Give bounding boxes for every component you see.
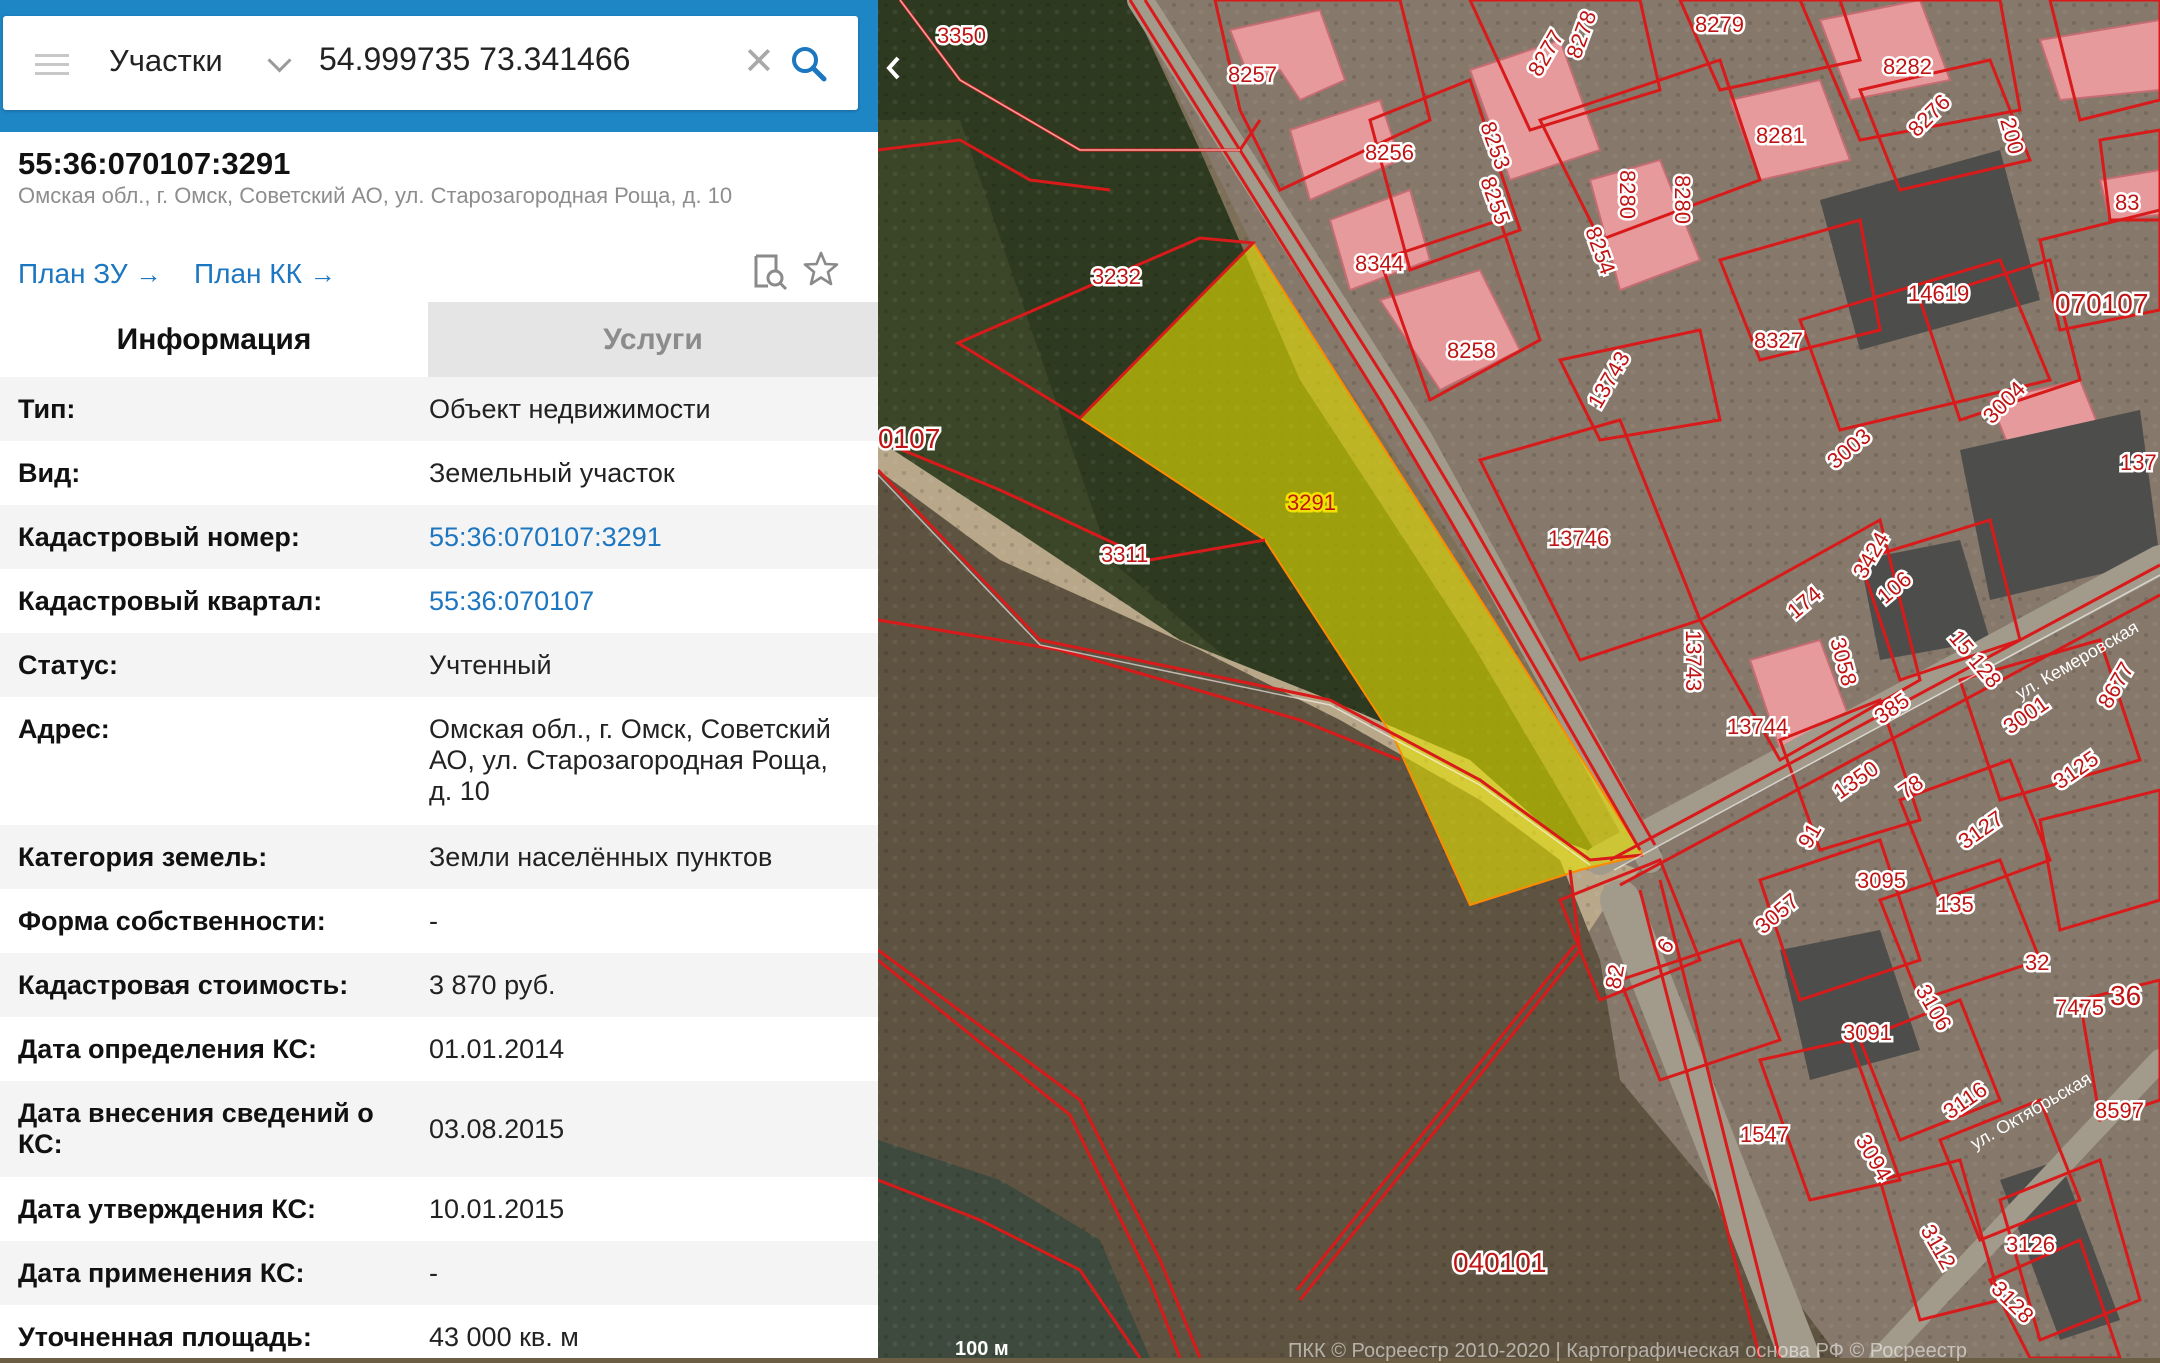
- cad-quarter-link[interactable]: 55:36:070107: [429, 586, 859, 617]
- info-value: Земельный участок: [429, 458, 675, 488]
- svg-text:8256: 8256: [1365, 140, 1414, 165]
- info-label: Форма собственности:: [18, 906, 326, 936]
- svg-text:14619: 14619: [1908, 281, 1969, 306]
- svg-text:3095: 3095: [1857, 868, 1906, 893]
- info-value: -: [429, 1258, 438, 1288]
- svg-text:8327: 8327: [1754, 328, 1803, 353]
- info-label: Кадастровый квартал:: [18, 586, 323, 616]
- svg-text:3291: 3291: [1287, 490, 1336, 515]
- plan-kk-link[interactable]: План КК →: [194, 258, 336, 290]
- svg-text:32: 32: [2025, 950, 2049, 975]
- info-value: 10.01.2015: [429, 1194, 565, 1224]
- info-row-kind: Вид: Земельный участок: [0, 441, 878, 505]
- info-value: Учтенный: [429, 650, 552, 680]
- info-row-area: Уточненная площадь: 43 000 кв. м: [0, 1305, 878, 1358]
- svg-text:070107: 070107: [2055, 288, 2148, 319]
- cad-number-link[interactable]: 55:36:070107:3291: [429, 522, 859, 553]
- info-label: Кадастровый номер:: [18, 522, 300, 552]
- svg-text:3311: 3311: [1101, 542, 1148, 567]
- info-row-cad-number: Кадастровый номер: 55:36:070107:3291: [0, 505, 878, 569]
- svg-text:040101: 040101: [1453, 1247, 1546, 1278]
- info-row-address: Адрес: Омская обл., г. Омск, Советский А…: [0, 697, 878, 825]
- info-value: Объект недвижимости: [429, 394, 711, 424]
- info-value: 03.08.2015: [429, 1114, 565, 1144]
- info-label: Кадастровая стоимость:: [18, 970, 349, 1000]
- info-row-ownership: Форма собственности: -: [0, 889, 878, 953]
- svg-text:3091: 3091: [1843, 1020, 1892, 1045]
- info-label: Уточненная площадь:: [18, 1322, 312, 1352]
- info-row-cad-quarter: Кадастровый квартал: 55:36:070107: [0, 569, 878, 633]
- svg-text:8282: 8282: [1883, 54, 1932, 79]
- svg-text:137: 137: [2120, 450, 2157, 475]
- info-value: Земли населённых пунктов: [429, 842, 773, 872]
- info-label: Категория земель:: [18, 842, 268, 872]
- svg-text:8597: 8597: [2095, 1098, 2144, 1123]
- svg-text:7475: 7475: [2055, 995, 2104, 1020]
- info-row-cost-date: Дата определения КС: 01.01.2014: [0, 1017, 878, 1081]
- info-row-cad-cost: Кадастровая стоимость: 3 870 руб.: [0, 953, 878, 1017]
- svg-text:13746: 13746: [1548, 526, 1609, 551]
- info-label: Дата определения КС:: [18, 1034, 318, 1064]
- svg-text:8257: 8257: [1228, 62, 1277, 87]
- svg-text:83: 83: [2115, 190, 2139, 215]
- info-value: -: [429, 906, 438, 936]
- info-label: Тип:: [18, 394, 76, 424]
- tab-information[interactable]: Информация: [0, 302, 428, 377]
- info-label: Дата применения КС:: [18, 1258, 305, 1288]
- info-label: Статус:: [18, 650, 118, 680]
- svg-text:36: 36: [2110, 980, 2141, 1011]
- svg-text:8280: 8280: [1615, 170, 1640, 219]
- arrow-right-icon: →: [309, 259, 336, 289]
- collapse-panel-icon[interactable]: [878, 38, 910, 98]
- svg-text:8280: 8280: [1670, 175, 1695, 224]
- info-label: Дата утверждения КС:: [18, 1194, 317, 1224]
- info-label: Вид:: [18, 458, 81, 488]
- layer-select[interactable]: Участки: [109, 43, 223, 79]
- svg-text:135: 135: [1937, 892, 1974, 917]
- info-row-land-category: Категория земель: Земли населённых пункт…: [0, 825, 878, 889]
- svg-text:3232: 3232: [1092, 264, 1141, 289]
- info-label: Дата внесения сведений о КС:: [18, 1098, 374, 1159]
- document-search-icon[interactable]: [750, 252, 790, 292]
- plan-kk-label: План КК: [194, 258, 302, 289]
- svg-text:8344: 8344: [1355, 251, 1404, 276]
- info-value: Омская обл., г. Омск, Советский АО, ул. …: [429, 714, 831, 806]
- svg-text:3126: 3126: [2006, 1232, 2055, 1257]
- tabs: Информация Услуги: [0, 302, 878, 377]
- parcel-address: Омская обл., г. Омск, Советский АО, ул. …: [18, 183, 733, 208]
- plan-zu-label: План ЗУ: [18, 258, 128, 289]
- search-box: Участки ✕: [3, 16, 858, 110]
- cadastral-number-title: 55:36:070107:3291: [18, 146, 291, 181]
- info-label: Адрес:: [18, 714, 110, 744]
- svg-text:13743: 13743: [1681, 630, 1706, 691]
- star-icon[interactable]: [802, 250, 840, 288]
- arrow-right-icon: →: [135, 259, 162, 289]
- info-row-status: Статус: Учтенный: [0, 633, 878, 697]
- svg-text:1547: 1547: [1740, 1122, 1789, 1147]
- info-row-type: Тип: Объект недвижимости: [0, 377, 878, 441]
- svg-text:0107: 0107: [878, 423, 940, 454]
- map-attribution: ПКК © Росреестр 2010-2020 | Картографиче…: [1288, 1340, 1967, 1362]
- tab-services[interactable]: Услуги: [428, 302, 878, 377]
- info-row-cost-entry-date: Дата внесения сведений о КС: 03.08.2015: [0, 1081, 878, 1177]
- info-value: 3 870 руб.: [429, 970, 556, 1000]
- svg-text:8279: 8279: [1695, 12, 1744, 37]
- chevron-down-icon[interactable]: [267, 48, 292, 73]
- menu-icon[interactable]: [35, 54, 69, 75]
- svg-text:82: 82: [1600, 962, 1629, 990]
- close-icon[interactable]: ✕: [743, 40, 775, 84]
- svg-text:8281: 8281: [1756, 123, 1805, 148]
- info-row-cost-apply-date: Дата применения КС: -: [0, 1241, 878, 1305]
- svg-text:8258: 8258: [1447, 338, 1496, 363]
- svg-text:13744: 13744: [1727, 714, 1788, 739]
- search-input[interactable]: [319, 41, 719, 78]
- info-value: 43 000 кв. м: [429, 1322, 579, 1352]
- svg-text:3350: 3350: [937, 23, 986, 48]
- search-icon[interactable]: [789, 44, 829, 84]
- plan-zu-link[interactable]: План ЗУ →: [18, 258, 161, 290]
- info-row-cost-approval-date: Дата утверждения КС: 10.01.2015: [0, 1177, 878, 1241]
- info-value: 01.01.2014: [429, 1034, 565, 1064]
